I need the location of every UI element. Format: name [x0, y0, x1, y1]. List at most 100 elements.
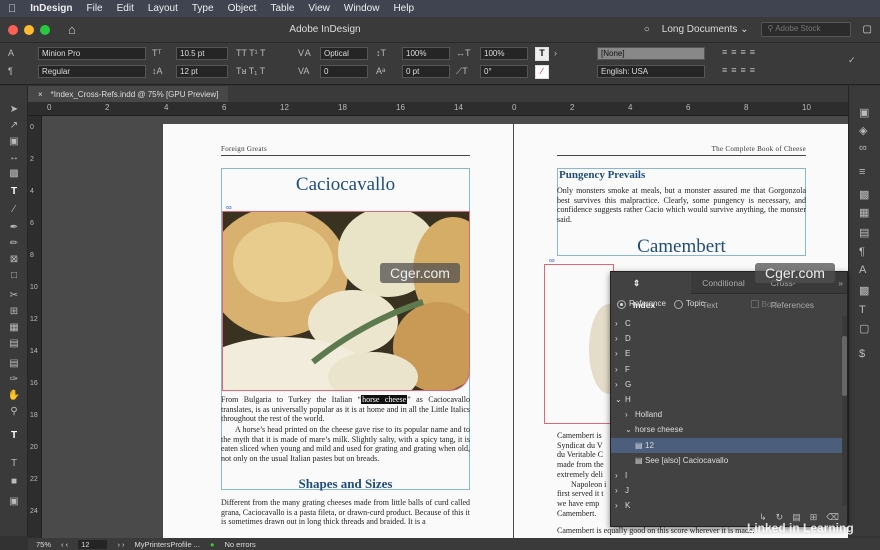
free-transform-tool-icon[interactable]: ⊞: [7, 306, 21, 318]
gradient-tool-icon[interactable]: ▦: [7, 322, 21, 334]
font-style-field[interactable]: Regular: [38, 65, 146, 78]
zoom-tool-icon[interactable]: ⚲: [7, 406, 21, 418]
chevron-right-icon[interactable]: ›: [615, 316, 625, 331]
panel-menu-icon[interactable]: »: [834, 272, 847, 294]
layers-panel-icon[interactable]: ◈: [859, 124, 867, 137]
paragraph-2[interactable]: A horse’s head printed on the cheese gav…: [221, 425, 470, 464]
document-tab[interactable]: × *Index_Cross-Refs.indd @ 75% [GPU Prev…: [28, 86, 229, 102]
adobe-stock-search[interactable]: ⚲ Adobe Stock: [760, 22, 851, 37]
menu-layout[interactable]: Layout: [148, 3, 178, 14]
menu-object[interactable]: Object: [228, 3, 257, 14]
paragraph-1[interactable]: From Bulgaria to Turkey the Italian “hor…: [221, 395, 470, 424]
chevron-right-icon[interactable]: ›: [615, 331, 625, 346]
chevron-right-icon[interactable]: ›: [615, 377, 625, 392]
character-styles-icon[interactable]: A: [859, 264, 866, 276]
swatch-field[interactable]: [None]: [597, 47, 705, 60]
chevron-right-icon[interactable]: ›: [615, 346, 625, 361]
vertical-scale-field[interactable]: 100%: [402, 47, 450, 60]
page-next-icon[interactable]: › ›: [117, 540, 124, 549]
page-reference-icon[interactable]: ▤: [635, 453, 645, 468]
rectangle-frame-tool-icon[interactable]: ⊠: [7, 254, 21, 266]
menu-window[interactable]: Window: [344, 3, 380, 14]
stroke-panel-icon[interactable]: ≡: [859, 166, 865, 178]
scissors-tool-icon[interactable]: ✂: [7, 290, 21, 302]
content-collector-icon[interactable]: ▩: [7, 168, 21, 180]
book-checkbox[interactable]: Book: [750, 300, 780, 309]
panel-toggle-icon[interactable]: ▢: [863, 24, 872, 35]
app-menu[interactable]: InDesign: [30, 3, 72, 14]
index-entry[interactable]: › C: [611, 316, 843, 331]
text-fill-icon[interactable]: T: [535, 47, 549, 61]
zoom-field[interactable]: 75%: [36, 540, 51, 549]
type-tool-icon[interactable]: T: [7, 186, 21, 198]
index-entry[interactable]: › F: [611, 362, 843, 377]
character-formatting-icon[interactable]: A: [8, 48, 14, 58]
small-caps-icon[interactable]: Tᴚ T₁ T: [236, 66, 265, 76]
gap-tool-icon[interactable]: ↔: [7, 152, 21, 164]
index-entry[interactable]: ▤ 12: [611, 437, 843, 453]
tab-index[interactable]: ⇕ Index: [611, 271, 692, 310]
chevron-down-icon[interactable]: ⌄: [615, 392, 625, 407]
topic-radio[interactable]: Topic: [673, 299, 705, 309]
paragraph-1[interactable]: Only monsters smoke at meals, but a mons…: [557, 186, 806, 225]
preflight-profile[interactable]: MyPrintersProfile ...: [135, 540, 200, 549]
object-styles-icon[interactable]: ▢: [859, 322, 869, 335]
preflight-errors[interactable]: No errors: [225, 540, 256, 549]
chevron-right-icon[interactable]: ›: [615, 362, 625, 377]
kerning-field[interactable]: Optical: [320, 47, 368, 60]
menu-help[interactable]: Help: [393, 3, 414, 14]
index-entry[interactable]: ⌄ H: [611, 392, 843, 407]
swatches-panel-icon[interactable]: ▦: [859, 206, 869, 219]
index-entry[interactable]: › I: [611, 468, 843, 483]
line-tool-icon[interactable]: ∕: [7, 204, 21, 216]
align-buttons-icon[interactable]: ≡≡≡≡: [722, 47, 759, 57]
apply-color-icon[interactable]: ■: [7, 476, 21, 488]
index-panel[interactable]: ⇕ Index Conditional Text Cross-Reference…: [610, 271, 848, 527]
scrollbar-thumb[interactable]: [842, 336, 847, 396]
cheese-photo[interactable]: [222, 211, 470, 391]
font-size-field[interactable]: 10.5 pt: [176, 47, 228, 60]
menu-file[interactable]: File: [86, 3, 102, 14]
pages-panel-icon[interactable]: ▣: [859, 106, 869, 119]
selected-text[interactable]: horse cheese: [361, 395, 408, 404]
index-entry[interactable]: › J: [611, 483, 843, 498]
direct-selection-tool-icon[interactable]: ↗: [7, 120, 21, 132]
cc-libraries-icon[interactable]: $: [859, 348, 865, 360]
index-entry[interactable]: › E: [611, 346, 843, 361]
note-tool-icon[interactable]: ▤: [7, 358, 21, 370]
rectangle-tool-icon[interactable]: □: [7, 270, 21, 282]
chevron-right-icon[interactable]: ›: [625, 407, 635, 422]
skew-field[interactable]: 0°: [480, 65, 528, 78]
tab-conditional-text[interactable]: Conditional Text: [691, 272, 759, 310]
tracking-field[interactable]: 0: [320, 65, 368, 78]
chevron-down-icon[interactable]: ⌄: [625, 422, 635, 437]
paragraph-formatting-icon[interactable]: ¶: [8, 66, 13, 76]
selection-tool-icon[interactable]: ➤: [7, 104, 21, 116]
gradient-panel-icon[interactable]: ▤: [859, 226, 869, 239]
paragraph-3[interactable]: Different from the many grating cheeses …: [221, 498, 470, 527]
paragraph-styles-icon[interactable]: ¶: [859, 246, 865, 258]
index-entry[interactable]: › D: [611, 331, 843, 346]
fill-stroke-icon[interactable]: T: [7, 430, 21, 442]
index-entry[interactable]: › G: [611, 377, 843, 392]
view-mode-icon[interactable]: ▣: [7, 496, 21, 508]
gradient-feather-tool-icon[interactable]: ▤: [7, 338, 21, 350]
page-tool-icon[interactable]: ▣: [7, 136, 21, 148]
font-family-field[interactable]: Minion Pro: [38, 47, 146, 60]
paragraph-fragment[interactable]: Camembert is Syndicat du V du Veritable …: [557, 431, 617, 518]
leading-field[interactable]: 12 pt: [176, 65, 228, 78]
justify-buttons-icon[interactable]: ≡≡≡≡: [722, 65, 759, 75]
horizontal-scale-field[interactable]: 100%: [480, 47, 528, 60]
hand-tool-icon[interactable]: ✋: [7, 390, 21, 402]
menu-table[interactable]: Table: [270, 3, 294, 14]
flash-icon[interactable]: ✓: [848, 55, 856, 66]
workspace-switcher[interactable]: Long Documents ⌄: [662, 24, 749, 35]
index-entry[interactable]: ⌄ horse cheese: [611, 422, 843, 437]
panel-collapse-icon[interactable]: ⇕: [622, 278, 651, 288]
close-tab-icon[interactable]: ×: [38, 90, 43, 99]
index-entry[interactable]: › Holland: [611, 407, 843, 422]
index-entry[interactable]: ▤ See [also] Caciocavallo: [611, 453, 843, 468]
formatting-affects-text-icon[interactable]: T: [7, 458, 21, 470]
swatch-arrow-icon[interactable]: ›: [554, 48, 557, 58]
type-panel-icon[interactable]: T: [859, 304, 866, 316]
